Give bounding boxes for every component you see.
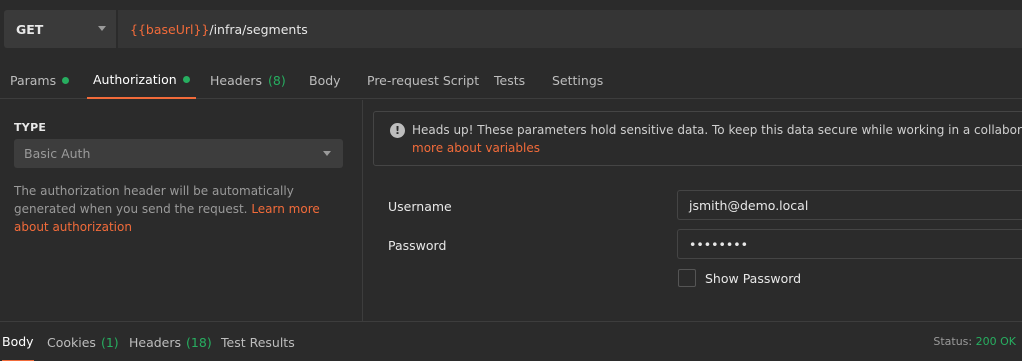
tab-label: Headers bbox=[129, 334, 182, 350]
method-select[interactable]: GET bbox=[4, 10, 116, 48]
response-tab-cookies[interactable]: Cookies (1) bbox=[47, 322, 119, 361]
tab-label: Settings bbox=[552, 73, 604, 88]
chevron-down-icon bbox=[98, 26, 106, 31]
tab-count: (1) bbox=[100, 334, 119, 350]
tab-count: (8) bbox=[268, 73, 286, 88]
tab-label: Headers bbox=[210, 73, 263, 88]
response-status: Status: 200 OK bbox=[933, 335, 1016, 348]
tab-label: Cookies bbox=[47, 334, 96, 350]
variables-link[interactable]: more about variables bbox=[412, 141, 540, 155]
tab-count: (18) bbox=[186, 334, 212, 350]
username-value: jsmith@demo.local bbox=[689, 197, 809, 213]
username-field[interactable]: jsmith@demo.local bbox=[677, 190, 1022, 220]
tab-label: Body bbox=[309, 73, 341, 88]
tab-label: Tests bbox=[494, 73, 526, 88]
url-input[interactable]: {{baseUrl}} /infra/segments bbox=[118, 10, 1022, 48]
tab-label: Params bbox=[10, 73, 57, 88]
type-label: TYPE bbox=[14, 121, 47, 134]
password-label: Password bbox=[388, 238, 447, 253]
auth-type-pane: TYPE Basic Auth The authorization header… bbox=[0, 100, 363, 321]
response-tab-test-results[interactable]: Test Results bbox=[221, 322, 295, 361]
alert-icon: ! bbox=[390, 123, 405, 138]
url-path: /infra/segments bbox=[209, 21, 308, 37]
auth-type-select[interactable]: Basic Auth bbox=[14, 139, 343, 168]
response-tab-headers[interactable]: Headers (18) bbox=[129, 322, 212, 361]
tab-params[interactable]: Params bbox=[4, 62, 75, 99]
show-password-checkbox[interactable] bbox=[678, 269, 696, 287]
tab-label: Body bbox=[2, 333, 34, 349]
tab-tests[interactable]: Tests bbox=[488, 62, 531, 99]
response-tab-body[interactable]: Body bbox=[2, 322, 34, 361]
request-bar: GET {{baseUrl}} /infra/segments bbox=[0, 0, 1022, 58]
tab-label: Authorization bbox=[93, 72, 177, 87]
password-field[interactable]: •••••••• bbox=[677, 229, 1022, 259]
notice-message: Heads up! These parameters hold sensitiv… bbox=[412, 123, 1022, 137]
tab-headers[interactable]: Headers (8) bbox=[204, 62, 292, 99]
show-password-label: Show Password bbox=[705, 271, 802, 286]
tab-label: Test Results bbox=[221, 334, 295, 350]
tab-settings[interactable]: Settings bbox=[546, 62, 609, 99]
status-dot bbox=[62, 77, 70, 84]
status-value: 200 OK bbox=[975, 335, 1016, 348]
username-label: Username bbox=[388, 199, 452, 214]
tab-body[interactable]: Body bbox=[303, 62, 347, 99]
password-value: •••••••• bbox=[689, 236, 748, 252]
method-label: GET bbox=[16, 21, 44, 37]
tab-pre-request-script[interactable]: Pre-request Script bbox=[361, 62, 485, 99]
auth-description: The authorization header will be automat… bbox=[14, 182, 344, 236]
sensitive-data-notice: ! Heads up! These parameters hold sensit… bbox=[373, 111, 1022, 166]
response-tabs: Body Cookies (1) Headers (18) Test Resul… bbox=[0, 321, 1022, 361]
url-variable: {{baseUrl}} bbox=[130, 21, 210, 37]
tab-authorization[interactable]: Authorization bbox=[87, 62, 196, 99]
request-tabs: Params Authorization Headers (8) Body Pr… bbox=[0, 62, 1022, 99]
auth-type-value: Basic Auth bbox=[24, 146, 91, 161]
tab-label: Pre-request Script bbox=[367, 73, 480, 88]
notice-text: Heads up! These parameters hold sensitiv… bbox=[412, 121, 1022, 157]
status-label: Status: bbox=[933, 335, 973, 348]
chevron-down-icon bbox=[323, 151, 331, 156]
status-dot bbox=[182, 76, 190, 83]
